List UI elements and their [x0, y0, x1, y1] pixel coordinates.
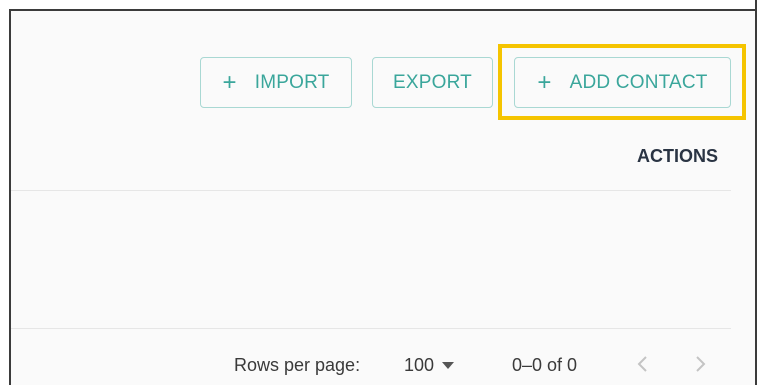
add-contact-button[interactable]: + ADD CONTACT — [514, 57, 731, 108]
previous-page-button[interactable] — [633, 350, 653, 378]
table-footer-divider — [11, 328, 731, 329]
plus-icon: + — [537, 68, 552, 96]
chevron-left-icon — [637, 356, 647, 372]
add-contact-label: ADD CONTACT — [569, 71, 708, 93]
chevron-right-icon — [696, 356, 706, 372]
rows-per-page-select[interactable]: 100 — [404, 352, 455, 378]
rows-per-page-value: 100 — [404, 354, 435, 375]
import-label: IMPORT — [254, 71, 330, 93]
caret-down-icon — [442, 361, 455, 369]
export-label: EXPORT — [393, 71, 472, 93]
export-button[interactable]: EXPORT — [372, 57, 493, 108]
pagination-range: 0–0 of 0 — [512, 354, 578, 375]
table-header-divider — [11, 190, 731, 191]
plus-icon: + — [222, 68, 237, 96]
rows-per-page-label: Rows per page: — [234, 354, 361, 375]
next-page-button[interactable] — [690, 350, 710, 378]
import-button[interactable]: + IMPORT — [200, 57, 352, 108]
actions-column-header: ACTIONS — [637, 146, 718, 166]
window-border — [755, 0, 757, 385]
